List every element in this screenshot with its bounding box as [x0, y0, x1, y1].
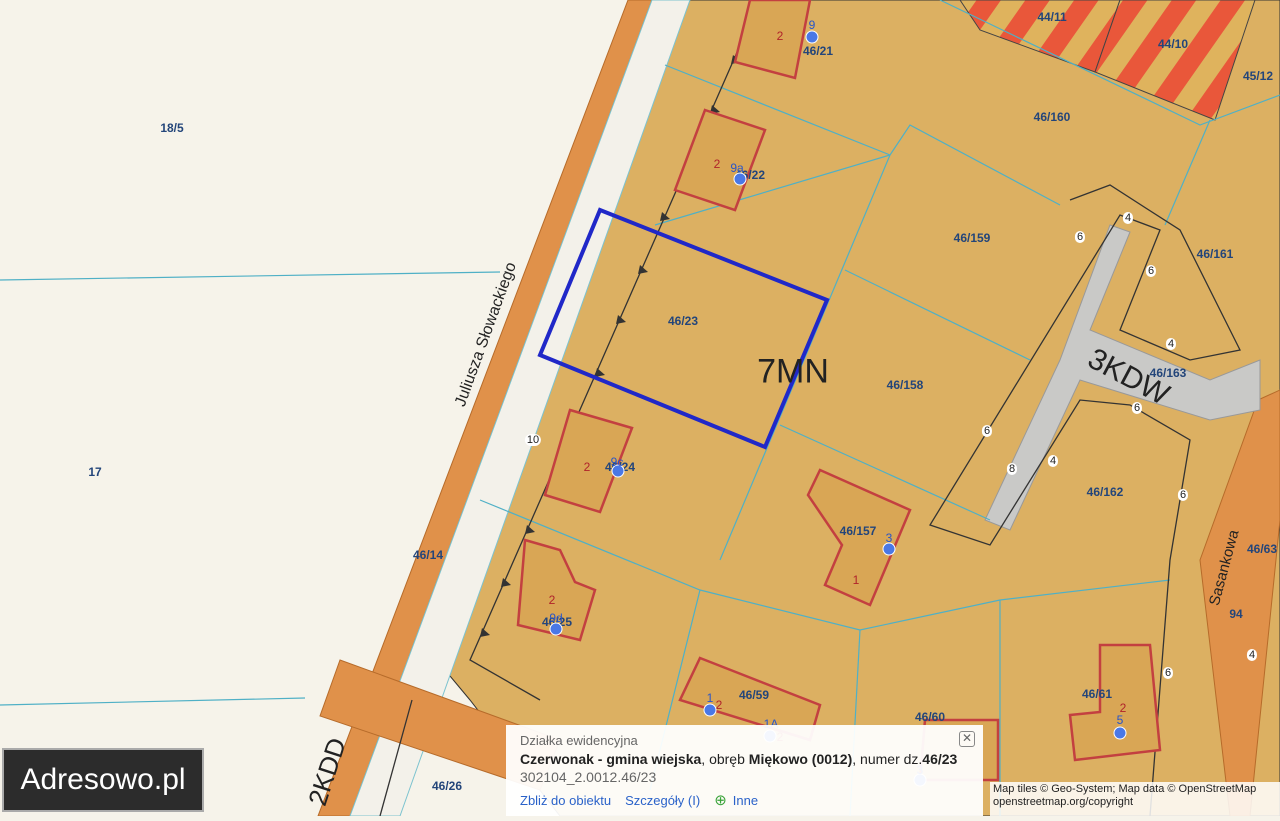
- popup-district: Miękowo (0012): [748, 751, 853, 767]
- other-link[interactable]: Inne: [733, 793, 758, 808]
- parcel-label-selected: 46/23: [667, 314, 699, 328]
- road-width-label: 6: [1162, 667, 1174, 679]
- parcel-label: 46/160: [1033, 110, 1071, 124]
- road-width-label: 4: [1246, 649, 1258, 661]
- building-storeys: 2: [715, 698, 723, 712]
- address-number: 3: [885, 531, 893, 545]
- address-point[interactable]: [805, 30, 819, 44]
- popup-description: Czerwonak - gmina wiejska, obręb Miękowo…: [520, 751, 969, 767]
- road-width-label: 6: [1131, 402, 1143, 414]
- parcel-label: 18/5: [160, 121, 184, 135]
- road-width-label: 8: [1006, 463, 1018, 475]
- cadastral-map[interactable]: 18/5 17 46/14 46/21 46/22 46/23 46/24 46…: [0, 0, 1280, 817]
- road-width-label: 6: [1177, 489, 1189, 501]
- parcel-label: 46/59: [738, 688, 770, 702]
- popup-municipality: Czerwonak - gmina wiejska: [520, 751, 702, 767]
- popup-category: Działka ewidencyjna: [520, 733, 638, 748]
- road-width-label: 4: [1122, 212, 1134, 224]
- address-point[interactable]: [703, 703, 717, 717]
- road-width-label: 4: [1165, 338, 1177, 350]
- map-attribution: Map tiles © Geo-System; Map data © OpenS…: [990, 782, 1280, 816]
- zoom-to-object-link[interactable]: Zbliż do obiektu: [520, 793, 611, 808]
- parcel-label: 46/21: [802, 44, 834, 58]
- building-storeys: 2: [583, 460, 591, 474]
- attribution-line: Map tiles © Geo-System; Map data © OpenS…: [993, 783, 1257, 795]
- parcel-label: 46/157: [839, 524, 877, 538]
- address-number: 9a: [730, 161, 744, 175]
- zone-label: 7MN: [757, 352, 829, 391]
- parcel-info-popup: ✕ Działka ewidencyjna Czerwonak - gmina …: [506, 725, 983, 816]
- road-width-label: 6: [981, 425, 993, 437]
- popup-district-prefix: , obręb: [701, 751, 749, 767]
- address-number: 1: [706, 691, 714, 705]
- parcel-label: 44/11: [1037, 10, 1067, 24]
- parcel-label: 44/10: [1157, 37, 1189, 51]
- parcel-label: 46/61: [1081, 687, 1113, 701]
- close-icon[interactable]: ✕: [959, 731, 975, 747]
- address-number: 9c: [610, 455, 624, 469]
- address-point[interactable]: [1113, 726, 1127, 740]
- building-storeys: 1: [852, 573, 860, 587]
- building-storeys: 2: [776, 29, 784, 43]
- road-width-label: 10: [524, 434, 542, 446]
- attribution-link[interactable]: openstreetmap.org/copyright: [993, 796, 1277, 809]
- address-number: 9: [808, 18, 816, 32]
- address-number: 9d: [549, 611, 563, 625]
- road-width-label: 6: [1145, 265, 1157, 277]
- parcel-label: 46/26: [431, 779, 463, 793]
- parcel-label: 17: [88, 465, 102, 479]
- plus-circle-icon[interactable]: ⊕: [714, 791, 727, 809]
- popup-identifier: 302104_2.0012.46/23: [520, 769, 657, 785]
- building-storeys: 2: [713, 157, 721, 171]
- parcel-label: 46/158: [886, 378, 924, 392]
- road-width-label: 6: [1074, 231, 1086, 243]
- road-width-label: 4: [1047, 455, 1059, 467]
- parcel-label: 46/63: [1246, 542, 1278, 556]
- site-logo[interactable]: Adresowo.pl: [2, 748, 204, 812]
- logo-text: Adresowo.pl: [20, 763, 186, 796]
- address-number: 5: [1116, 713, 1124, 727]
- parcel-label: 46/14: [412, 548, 444, 562]
- building-storeys: 2: [548, 593, 556, 607]
- popup-actions: Zbliż do obiektu Szczegóły (I) ⊕ Inne: [520, 791, 969, 809]
- parcel-label: 45/12: [1242, 69, 1274, 83]
- details-link[interactable]: Szczegóły (I): [625, 793, 700, 808]
- parcel-label: 94: [1229, 607, 1243, 621]
- parcel-label: 46/162: [1086, 485, 1124, 499]
- popup-parcel-number: 46/23: [922, 751, 958, 767]
- parcel-label: 46/161: [1196, 247, 1234, 261]
- parcel-label: 46/60: [914, 710, 946, 724]
- parcel-label: 46/159: [953, 231, 991, 245]
- popup-number-prefix: , numer dz.: [852, 751, 923, 767]
